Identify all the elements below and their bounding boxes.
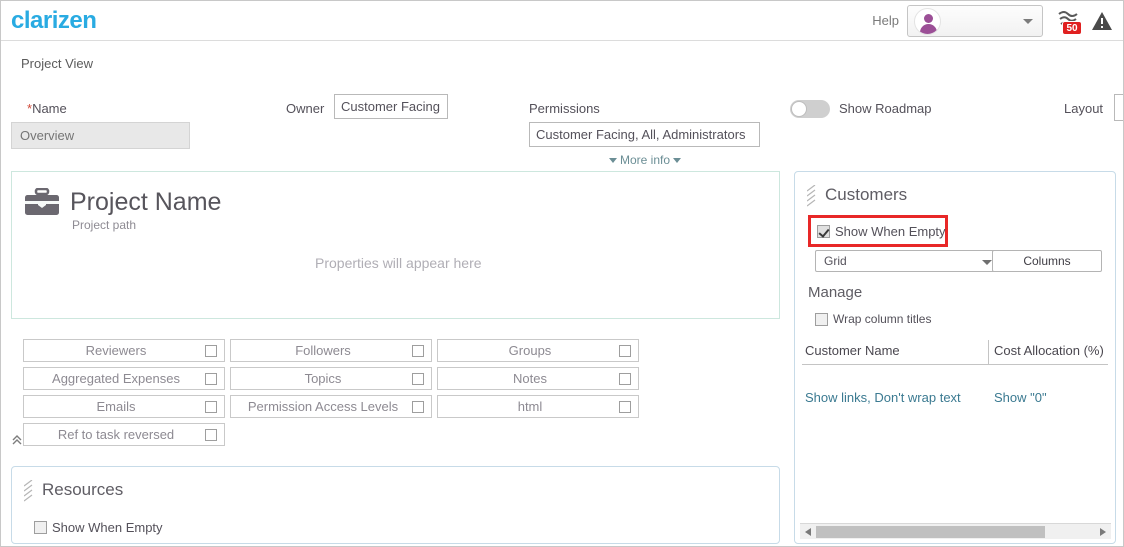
- clarizen-logo: clarizen: [11, 7, 97, 34]
- checkbox-box[interactable]: [205, 373, 217, 385]
- toggle-knob: [791, 101, 807, 117]
- scroll-left-arrow-icon[interactable]: [805, 528, 811, 536]
- drag-handle-icon[interactable]: [23, 479, 34, 502]
- manage-section-title: Manage: [808, 284, 863, 301]
- checkbox-box[interactable]: [412, 373, 424, 385]
- checkbox-item-ref-to-task-reversed[interactable]: Ref to task reversed: [23, 423, 225, 446]
- checkbox-label: html: [517, 399, 543, 414]
- wrap-column-titles-checkbox[interactable]: [815, 312, 828, 326]
- checkbox-item-reviewers[interactable]: Reviewers: [23, 339, 225, 362]
- briefcase-icon: [24, 187, 60, 220]
- checkbox-label: Reviewers: [85, 343, 147, 358]
- project-hero-panel: Project Name Project path: [11, 171, 780, 319]
- columns-button[interactable]: Columns: [992, 250, 1102, 272]
- checkbox-label: Ref to task reversed: [57, 427, 175, 442]
- drag-handle-icon[interactable]: [806, 184, 817, 207]
- resources-show-when-empty-checkbox[interactable]: [34, 521, 47, 534]
- column-header-cost-allocation[interactable]: Cost Allocation (%): [994, 343, 1104, 358]
- checkbox-box[interactable]: [619, 401, 631, 413]
- checkbox-item-aggregated-expenses[interactable]: Aggregated Expenses: [23, 367, 225, 390]
- checkbox-row: Aggregated Expenses Topics Notes: [23, 367, 639, 390]
- customers-panel: Customers Show When Empty Grid Columns M…: [794, 171, 1116, 544]
- checkbox-box[interactable]: [412, 401, 424, 413]
- show-roadmap-label: Show Roadmap: [839, 101, 932, 116]
- owner-input[interactable]: [334, 94, 448, 119]
- breadcrumb[interactable]: Project View: [21, 56, 93, 71]
- chevron-down-icon: [982, 260, 992, 265]
- resources-show-when-empty-row[interactable]: Show When Empty: [34, 520, 163, 535]
- related-items-checkbox-grid: Reviewers Followers Groups Aggregated Ex…: [23, 339, 639, 451]
- triangle-left-icon: [609, 158, 617, 164]
- checkbox-box[interactable]: [619, 345, 631, 357]
- project-name-heading: Project Name: [70, 188, 222, 216]
- checkbox-box[interactable]: [205, 401, 217, 413]
- checkbox-label: Notes: [513, 371, 547, 386]
- table-cell-customer-name-options[interactable]: Show links, Don't wrap text: [805, 390, 961, 405]
- checkbox-item-html[interactable]: html: [437, 395, 639, 418]
- triangle-right-icon: [673, 158, 682, 164]
- checkbox-item-notes[interactable]: Notes: [437, 367, 639, 390]
- customers-show-when-empty-label: Show When Empty: [835, 224, 946, 239]
- customers-show-when-empty-checkbox[interactable]: [817, 225, 830, 238]
- layout-input[interactable]: [1114, 94, 1123, 121]
- resources-panel: Resources Show When Empty: [11, 466, 780, 544]
- checkbox-item-followers[interactable]: Followers: [230, 339, 432, 362]
- table-cell-cost-allocation-options[interactable]: Show "0": [994, 390, 1047, 405]
- checkbox-item-topics[interactable]: Topics: [230, 367, 432, 390]
- checkbox-label: Followers: [295, 343, 351, 358]
- wrap-column-titles-row[interactable]: Wrap column titles: [815, 312, 931, 326]
- customers-show-when-empty-row[interactable]: Show When Empty: [817, 224, 946, 239]
- resources-show-when-empty-label: Show When Empty: [52, 520, 163, 535]
- checkbox-label: Groups: [508, 343, 552, 358]
- customers-panel-title: Customers: [825, 185, 908, 204]
- checkbox-item-groups[interactable]: Groups: [437, 339, 639, 362]
- name-field-label: *Name: [27, 101, 67, 116]
- notification-count-badge: 50: [1062, 21, 1082, 35]
- chevron-down-icon: [1023, 19, 1033, 24]
- clarizen-project-view-window: clarizen Help 50 Project View *Name Over…: [0, 0, 1124, 547]
- name-input[interactable]: [11, 122, 190, 149]
- resources-panel-title: Resources: [42, 480, 124, 499]
- owner-field-label: Owner: [286, 101, 325, 116]
- horizontal-scrollbar[interactable]: [800, 523, 1111, 539]
- user-avatar-icon: [914, 8, 941, 35]
- warning-triangle-icon: [1092, 12, 1112, 30]
- checkbox-box[interactable]: [205, 345, 217, 357]
- column-divider[interactable]: [988, 340, 989, 365]
- top-bar: clarizen Help 50: [1, 1, 1123, 41]
- help-link[interactable]: Help: [872, 13, 899, 28]
- user-menu-button[interactable]: [907, 5, 1043, 37]
- column-header-customer-name[interactable]: Customer Name: [805, 343, 900, 358]
- collapse-section-icon[interactable]: [11, 434, 23, 446]
- checkbox-item-permission-access-levels[interactable]: Permission Access Levels: [230, 395, 432, 418]
- permissions-field-label: Permissions: [529, 101, 600, 116]
- project-path-text: Project path: [72, 218, 137, 232]
- permissions-input[interactable]: [529, 122, 760, 147]
- checkbox-label: Aggregated Expenses: [52, 371, 180, 386]
- show-roadmap-toggle[interactable]: [790, 100, 830, 118]
- checkbox-label: Emails: [96, 399, 136, 414]
- checkbox-box[interactable]: [412, 345, 424, 357]
- view-type-select[interactable]: Grid: [815, 250, 1001, 272]
- layout-field-label: Layout: [1064, 101, 1104, 116]
- wrap-column-titles-label: Wrap column titles: [833, 312, 932, 326]
- view-type-value: Grid: [824, 254, 847, 268]
- checkbox-item-emails[interactable]: Emails: [23, 395, 225, 418]
- columns-table-header: Customer Name Cost Allocation (%): [802, 340, 1108, 365]
- checkbox-box[interactable]: [205, 429, 217, 441]
- checkbox-label: Topics: [304, 371, 342, 386]
- checkbox-label: Permission Access Levels: [247, 399, 399, 414]
- scroll-right-arrow-icon[interactable]: [1100, 528, 1106, 536]
- scrollbar-thumb[interactable]: [816, 526, 1045, 538]
- more-info-link[interactable]: More info: [606, 153, 684, 167]
- warning-button[interactable]: [1091, 10, 1113, 32]
- checkbox-row: Reviewers Followers Groups: [23, 339, 639, 362]
- checkbox-row: Ref to task reversed: [23, 423, 639, 446]
- checkbox-box[interactable]: [619, 373, 631, 385]
- checkbox-row: Emails Permission Access Levels html: [23, 395, 639, 418]
- properties-placeholder-text: Properties will appear here: [315, 255, 482, 271]
- notifications-button[interactable]: 50: [1055, 8, 1082, 35]
